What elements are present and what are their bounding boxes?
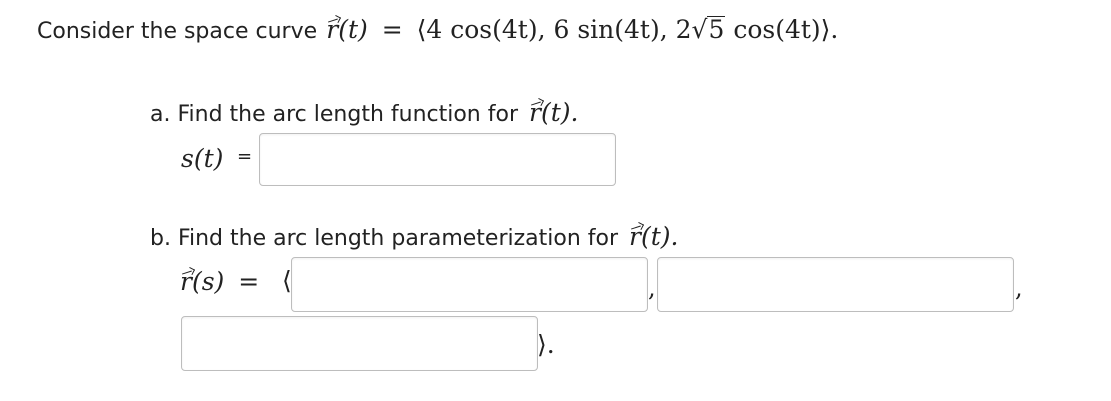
vector-r-symbol: r xyxy=(326,15,339,44)
parameterization-equals: = xyxy=(238,267,260,296)
problem-lead-text: Consider the space curve xyxy=(37,19,318,44)
third-component: cos(4t) xyxy=(733,15,821,44)
close-angle: ⟩. xyxy=(820,15,839,44)
problem-statement: Consider the space curve r(t) = ⟨4 cos(4… xyxy=(37,15,838,44)
vector-r-symbol: r xyxy=(180,267,192,296)
part-b-question: b. Find the arc length parameterization … xyxy=(150,222,679,251)
part-a-question: a. Find the arc length function for r(t)… xyxy=(150,98,578,127)
component-separator: , xyxy=(648,274,656,302)
z-component-input[interactable] xyxy=(181,316,538,371)
vector-r-symbol: r xyxy=(529,98,541,127)
curve-equation: r(t) = ⟨4 cos(4t), 6 sin(4t), 2√5 cos(4t… xyxy=(326,15,838,44)
part-a-argument: (t). xyxy=(540,98,579,127)
arc-length-equals: = xyxy=(237,146,253,167)
part-b-math: r(t). xyxy=(629,222,678,251)
arc-length-input[interactable] xyxy=(259,133,616,186)
x-component-input[interactable] xyxy=(291,257,648,312)
parameterization-argument: (s) xyxy=(191,267,225,296)
part-b-label: b. Find the arc length parameterization … xyxy=(150,226,619,251)
vector-r-symbol: r xyxy=(629,222,641,251)
part-b-argument: (t). xyxy=(641,222,679,251)
close-angle: ⟩. xyxy=(537,330,555,359)
part-a-math: r(t). xyxy=(529,98,578,127)
equals-sign: = xyxy=(381,15,403,44)
radical-sign: √ xyxy=(691,15,708,44)
radicand: 5 xyxy=(707,15,726,44)
curve-argument: (t) xyxy=(338,15,368,44)
part-a-label: a. Find the arc length function for xyxy=(150,102,518,127)
y-component-input[interactable] xyxy=(657,257,1014,312)
open-angle: ⟨ xyxy=(416,15,427,44)
arc-length-lhs: s(t) xyxy=(181,144,224,173)
component-separator: , xyxy=(1015,274,1023,302)
parameterization-lhs: r(s) = xyxy=(180,267,259,296)
curve-components: 4 cos(4t), 6 sin(4t), 2 xyxy=(426,15,692,44)
